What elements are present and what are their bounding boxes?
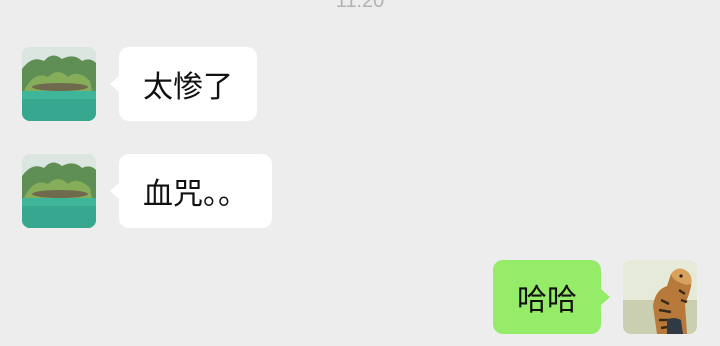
lake-landscape-avatar-icon xyxy=(22,47,96,121)
contact-avatar[interactable] xyxy=(22,154,96,228)
incoming-message-bubble[interactable]: 太惨了 xyxy=(119,47,257,121)
contact-avatar[interactable] xyxy=(22,47,96,121)
self-avatar[interactable] xyxy=(623,260,697,334)
message-text: 血咒。。 xyxy=(143,177,248,212)
bubble-tail xyxy=(110,76,119,92)
outgoing-message-bubble[interactable]: 哈哈 xyxy=(493,260,601,334)
message-text: 哈哈 xyxy=(517,283,577,318)
message-text: 太惨了 xyxy=(143,70,233,105)
tiger-avatar-icon xyxy=(623,260,697,334)
lake-landscape-avatar-icon xyxy=(22,154,96,228)
bubble-tail xyxy=(601,289,610,305)
chat-timestamp: 11:20 xyxy=(335,0,385,12)
bubble-tail xyxy=(110,183,119,199)
incoming-message-bubble[interactable]: 血咒。。 xyxy=(119,154,272,228)
